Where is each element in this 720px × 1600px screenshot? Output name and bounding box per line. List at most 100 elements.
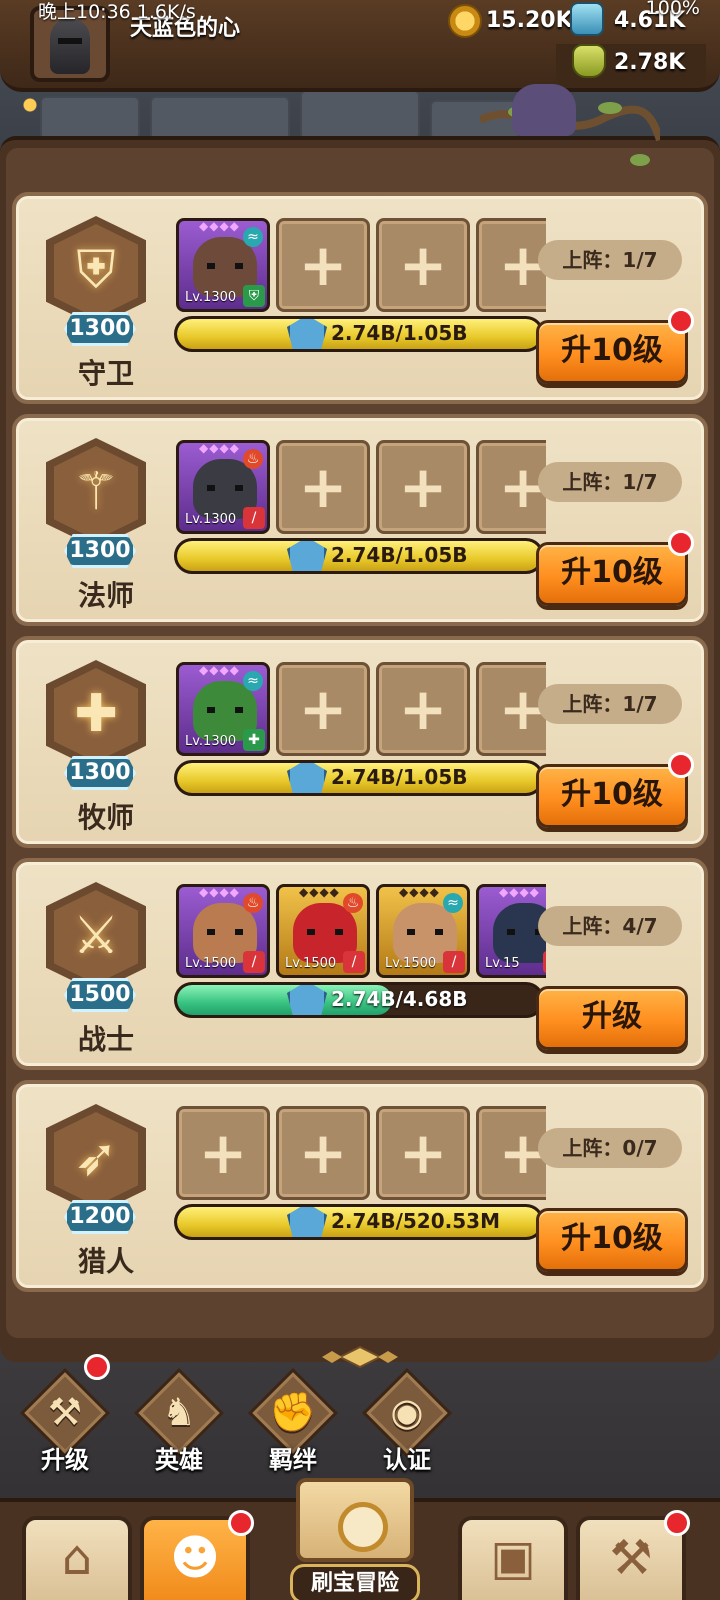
hero-card[interactable]: ◆◆◆◆ ♨ Lv.1300 /	[176, 440, 270, 534]
cat-silhouette	[512, 84, 576, 136]
empty-hero-slot[interactable]: +	[276, 662, 370, 756]
upgrade-progress-bar: 2.74B/4.68B	[174, 982, 544, 1018]
hero-slot-row: ◆◆◆◆ ♨ Lv.1500/◆◆◆◆ ♨ Lv.1500/◆◆◆◆ ≈ Lv.1500/◆…	[176, 884, 546, 984]
empty-hero-slot[interactable]: +	[276, 1106, 370, 1200]
nav-shop-button[interactable]: ⌂	[22, 1516, 132, 1600]
class-name: 牧师	[77, 801, 134, 834]
empty-hero-slot[interactable]: +	[376, 1106, 470, 1200]
empty-hero-slot[interactable]: +	[376, 218, 470, 312]
fire-element-icon: ♨	[243, 893, 263, 913]
deploy-count: 上阵：0/7	[538, 1128, 682, 1168]
forge-icon: ⚒	[609, 1530, 653, 1586]
progress-text: 2.74B/1.05B	[331, 543, 468, 567]
tab-label: 英雄	[155, 1446, 203, 1474]
upgrade-button[interactable]: 升10级	[536, 320, 688, 384]
hero-slot-row: ◆◆◆◆ ≈ Lv.1300 ✚ + + +	[176, 662, 546, 762]
sword-role-icon: /	[343, 951, 365, 973]
hero-level: Lv.1500	[285, 956, 337, 971]
hero-level: Lv.15	[485, 956, 520, 971]
progress-text: 2.74B/4.68B	[331, 987, 468, 1011]
tab-fist[interactable]: ✊ 羁绊	[238, 1367, 348, 1482]
class-level: 1300	[64, 312, 136, 346]
upgrade-button[interactable]: 升10级	[536, 542, 688, 606]
notification-dot	[668, 530, 694, 556]
upgrade-button[interactable]: 升10级	[536, 764, 688, 828]
wind-element-icon: ≈	[243, 671, 263, 691]
nav-hero-portrait-button[interactable]: ☻	[140, 1510, 254, 1600]
hero-card[interactable]: ◆◆◆◆ ≈ Lv.1300 ⛨	[176, 218, 270, 312]
hero-portrait	[493, 903, 546, 963]
class-card: ⛨ 1300 守卫 ◆◆◆◆ ≈ Lv.1300 ⛨ + + +2.74B/1.05B 上阵：1/7…	[12, 192, 708, 404]
status-battery: 100%	[645, 0, 700, 19]
nav-backpack-button[interactable]: ▣	[458, 1516, 568, 1600]
upgrade-button[interactable]: 升10级	[536, 1208, 688, 1272]
plus-icon: +	[498, 675, 546, 743]
empty-hero-slot[interactable]: +	[276, 440, 370, 534]
star-icon: ◆◆◆◆	[199, 885, 240, 899]
class-level: 1300	[64, 534, 136, 568]
class-card: ✚ 1300 牧师 ◆◆◆◆ ≈ Lv.1300 ✚ + + +2.74B/1.05B 上阵：1/7…	[12, 636, 708, 848]
hero-slot-row: + + + +	[176, 1106, 546, 1206]
cross-icon: ✚	[74, 684, 118, 744]
tab-label: 羁绊	[269, 1446, 317, 1474]
hero-card[interactable]: ◆◆◆◆ ♨ Lv.1500 /	[176, 884, 270, 978]
hero-icon: ♞	[161, 1390, 197, 1434]
hero-card[interactable]: ◆◆◆◆ ≈ Lv.1500 /	[376, 884, 470, 978]
deploy-count: 上阵：4/7	[538, 906, 682, 946]
star-icon: ◆◆◆◆	[399, 885, 440, 899]
plus-icon: +	[298, 675, 348, 743]
fire-element-icon: ♨	[343, 893, 363, 913]
hero-slot-row: ◆◆◆◆ ≈ Lv.1300 ⛨ + + +	[176, 218, 546, 318]
plus-icon: +	[398, 675, 448, 743]
empty-hero-slot[interactable]: +	[476, 1106, 546, 1200]
empty-hero-slot[interactable]: +	[376, 440, 470, 534]
empty-hero-slot[interactable]: +	[476, 440, 546, 534]
hero-portrait-icon: ☻	[169, 1530, 221, 1586]
class-card: ⚚ 1300 法师 ◆◆◆◆ ♨ Lv.1300 / + + +2.74B/1.05B 上阵：1/7…	[12, 414, 708, 626]
hero-level: Lv.1500	[185, 956, 237, 971]
compass-icon	[338, 1502, 388, 1552]
notification-dot	[84, 1354, 110, 1380]
upgrade-progress-bar: 2.74B/1.05B	[174, 538, 544, 574]
tab-label: 认证	[383, 1446, 431, 1474]
class-level: 1500	[64, 978, 136, 1012]
fire-element-icon: ♨	[243, 449, 263, 469]
class-name: 法师	[77, 579, 134, 612]
hero-card[interactable]: ◆◆◆◆ ♨ Lv.1500 /	[276, 884, 370, 978]
tab-sword-hammer[interactable]: ⚒ 升级	[10, 1354, 120, 1482]
upgrade-progress-bar: 2.74B/1.05B	[174, 316, 544, 352]
upgrade-progress-bar: 2.74B/520.53M	[174, 1204, 544, 1240]
status-bar: 晚上10:36 1.6K/s 100%	[0, 0, 720, 24]
hero-card[interactable]: ◆◆◆◆ Lv.15 /	[476, 884, 546, 978]
treasure-adventure-button[interactable]: 刷宝冒险	[256, 1478, 454, 1600]
status-time: 晚上10:36 1.6K/s	[38, 1, 196, 23]
sword-role-icon: /	[543, 951, 546, 973]
empty-hero-slot[interactable]: +	[176, 1106, 270, 1200]
sword-icon: ⚔	[72, 906, 120, 966]
wind-element-icon: ≈	[243, 227, 263, 247]
sword-role-icon: /	[443, 951, 465, 973]
upgrade-progress-bar: 2.74B/1.05B	[174, 760, 544, 796]
hero-slot-row: ◆◆◆◆ ♨ Lv.1300 / + + +	[176, 440, 546, 540]
hero-level: Lv.1300	[185, 512, 237, 527]
star-icon: ◆◆◆◆	[499, 885, 540, 899]
plus-icon: +	[398, 453, 448, 521]
nav-forge-button[interactable]: ⚒	[576, 1510, 690, 1600]
class-level: 1200	[64, 1200, 136, 1234]
empty-hero-slot[interactable]: +	[476, 662, 546, 756]
eye-icon: ◉	[390, 1390, 424, 1434]
empty-hero-slot[interactable]: +	[476, 218, 546, 312]
hero-level: Lv.1300	[185, 290, 237, 305]
tab-hero[interactable]: ♞ 英雄	[124, 1367, 234, 1482]
upgrade-button[interactable]: 升级	[536, 986, 688, 1050]
class-card: ⚔ 1500 战士 ◆◆◆◆ ♨ Lv.1500/◆◆◆◆ ♨ Lv.1500/◆◆◆◆ ≈ Lv…	[12, 858, 708, 1070]
empty-hero-slot[interactable]: +	[276, 218, 370, 312]
hero-card[interactable]: ◆◆◆◆ ≈ Lv.1300 ✚	[176, 662, 270, 756]
empty-hero-slot[interactable]: +	[376, 662, 470, 756]
star-icon: ◆◆◆◆	[199, 219, 240, 233]
tab-eye[interactable]: ◉ 认证	[352, 1367, 462, 1482]
class-level: 1300	[64, 756, 136, 790]
progress-text: 2.74B/1.05B	[331, 321, 468, 345]
class-name: 战士	[77, 1023, 134, 1056]
plus-icon: +	[498, 231, 546, 299]
